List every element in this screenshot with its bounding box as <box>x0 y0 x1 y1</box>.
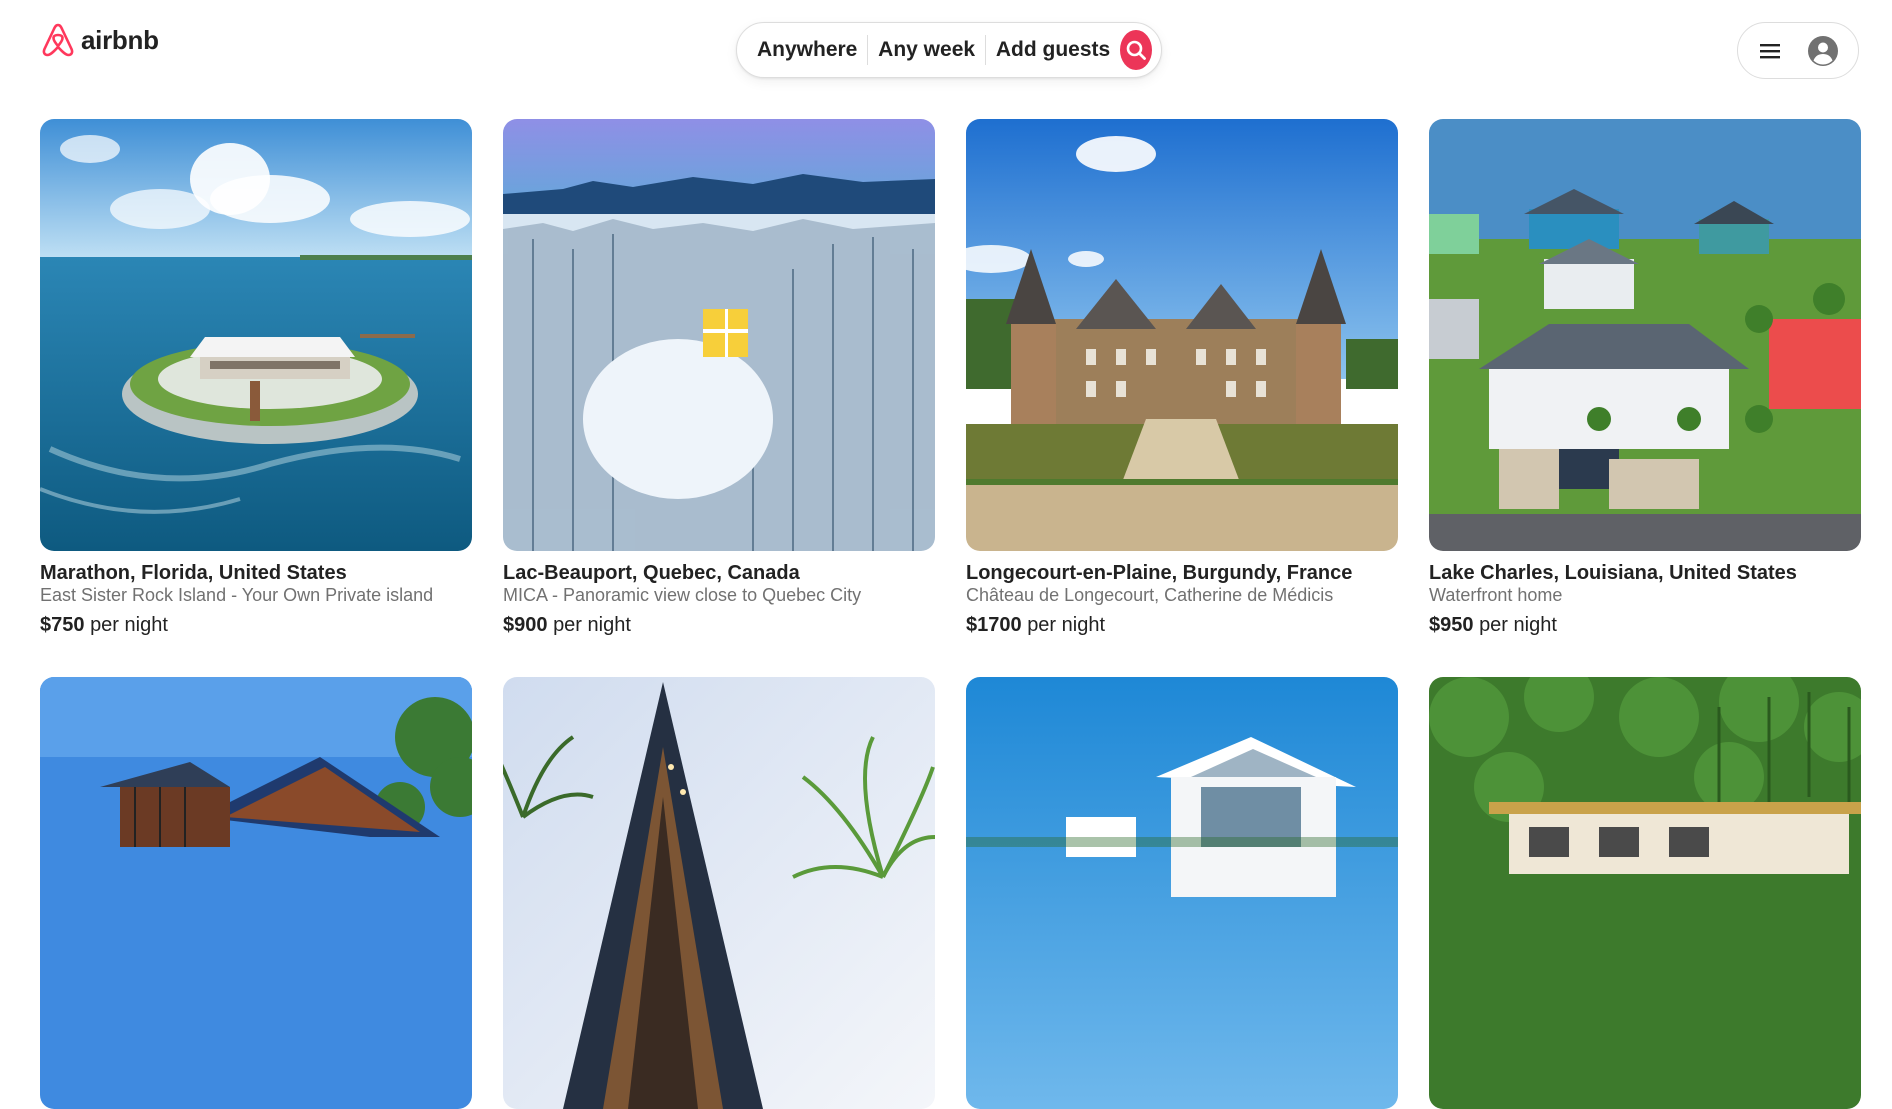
airbnb-logo-icon <box>42 23 74 57</box>
listing-price: $950 per night <box>1429 613 1861 637</box>
listing-location: Lac-Beauport, Quebec, Canada <box>503 562 800 584</box>
search-where[interactable]: Anywhere <box>757 38 867 62</box>
listing-location: Marathon, Florida, United States <box>40 562 347 584</box>
user-menu-button[interactable] <box>1737 22 1859 79</box>
listing-photo[interactable] <box>1429 677 1861 1109</box>
listing-card[interactable] <box>40 677 472 1109</box>
search-button[interactable] <box>1120 30 1152 70</box>
listing-photo[interactable] <box>503 119 935 551</box>
price-amount: $950 <box>1429 614 1474 636</box>
listing-description: Château de Longecourt, Catherine de Médi… <box>966 585 1334 605</box>
modern-cabin-photo <box>40 677 472 1109</box>
price-amount: $1700 <box>966 614 1022 636</box>
listing-photo[interactable] <box>40 119 472 551</box>
search-icon <box>1126 40 1146 60</box>
listing-card[interactable]: Lake Charles, Louisiana, United States W… <box>1429 119 1861 637</box>
listing-description: MICA - Panoramic view close to Quebec Ci… <box>503 585 862 605</box>
listing-price: $900 per night <box>503 613 935 637</box>
listing-photo[interactable] <box>1429 119 1861 551</box>
listing-photo[interactable] <box>966 119 1398 551</box>
island-house-photo <box>40 119 472 551</box>
hamburger-menu-icon <box>1760 43 1780 58</box>
listing-card[interactable]: Longecourt-en-Plaine, Burgundy, France C… <box>966 119 1398 637</box>
price-suffix: per night <box>553 614 631 636</box>
listing-photo[interactable] <box>966 677 1398 1109</box>
snowy-forest-photo <box>503 119 935 551</box>
listing-card[interactable]: Marathon, Florida, United States East Si… <box>40 119 472 637</box>
avatar-icon <box>1808 35 1838 66</box>
listing-card[interactable]: Lac-Beauport, Quebec, Canada MICA - Pano… <box>503 119 935 637</box>
price-suffix: per night <box>1027 614 1106 636</box>
listing-description: East Sister Rock Island - Your Own Priva… <box>40 585 434 605</box>
search-bar[interactable]: Anywhere Any week Add guests <box>736 22 1162 78</box>
search-guests[interactable]: Add guests <box>986 38 1120 62</box>
top-header: airbnb Anywhere Any week Add guests <box>0 0 1892 100</box>
listing-card[interactable] <box>503 677 935 1109</box>
price-amount: $750 <box>40 614 85 636</box>
price-suffix: per night <box>90 614 168 636</box>
listing-photo[interactable] <box>503 677 935 1109</box>
price-amount: $900 <box>503 614 548 636</box>
airbnb-logo[interactable]: airbnb <box>41 22 159 58</box>
listing-price: $750 per night <box>40 613 472 637</box>
chateau-photo <box>966 119 1398 551</box>
waterfront-homes-photo <box>1429 119 1861 551</box>
listing-description: Waterfront home <box>1429 585 1563 605</box>
listing-photo[interactable] <box>40 677 472 1109</box>
search-when[interactable]: Any week <box>868 38 985 62</box>
jungle-villa-photo <box>1429 677 1861 1109</box>
logo-text: airbnb <box>81 24 159 55</box>
listing-card[interactable] <box>966 677 1398 1109</box>
listing-card[interactable] <box>1429 677 1861 1109</box>
listing-location: Lake Charles, Louisiana, United States <box>1429 562 1797 584</box>
white-villa-photo <box>966 677 1398 1109</box>
price-suffix: per night <box>1479 614 1557 636</box>
a-frame-house-photo <box>503 677 935 1109</box>
listing-price: $1700 per night <box>966 613 1398 637</box>
listing-location: Longecourt-en-Plaine, Burgundy, France <box>966 562 1353 584</box>
